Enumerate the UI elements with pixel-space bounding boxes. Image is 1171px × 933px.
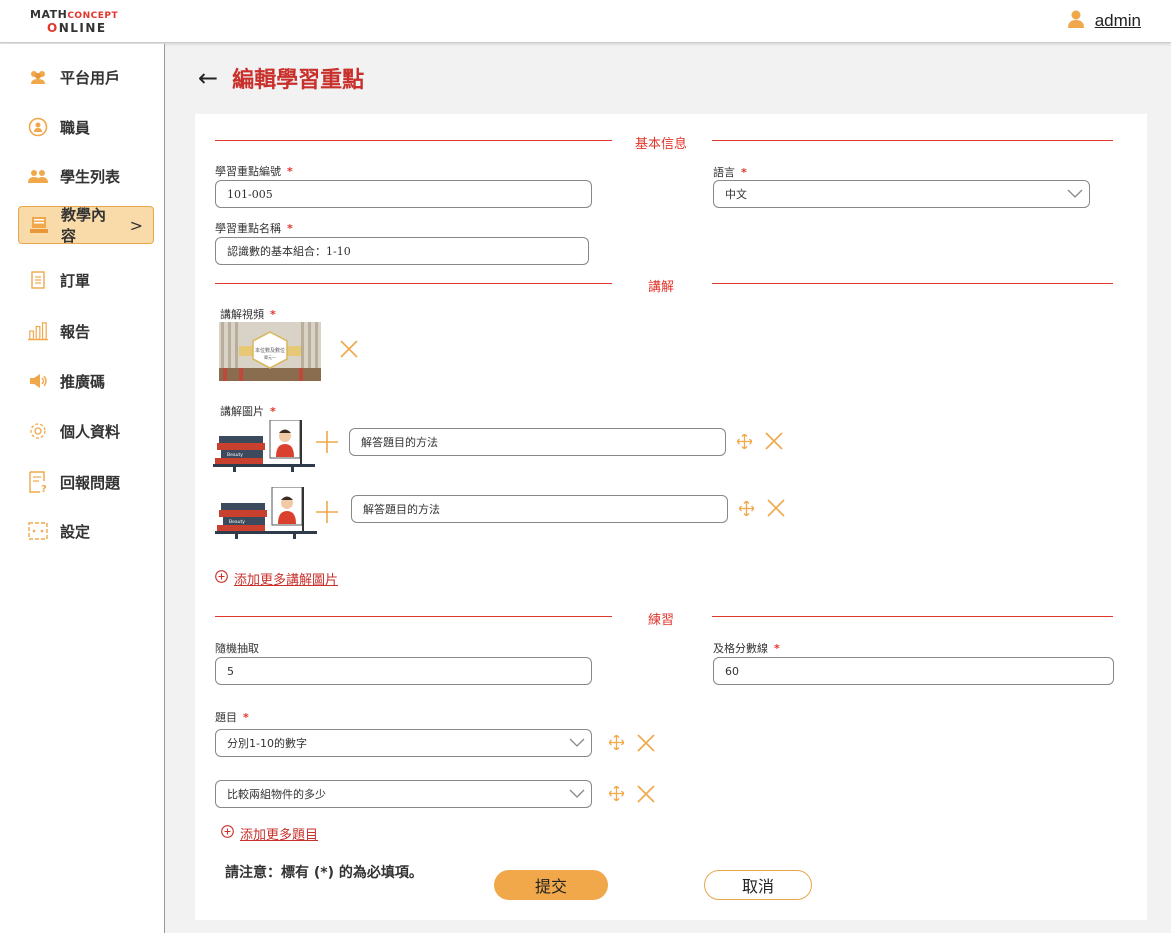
section-title-practice: 練習 [647,613,674,628]
drag-handle-icon[interactable] [736,433,753,453]
add-more-questions-link[interactable]: 添加更多題目 [221,824,318,843]
sidebar-item-reports[interactable]: 報告 [18,312,154,350]
submit-button[interactable]: 提交 [494,870,608,900]
settings-icon [28,521,48,541]
name-label: 學習重點名稱 * [215,222,293,235]
sidebar-item-platform-users[interactable]: 平台用戶 [18,58,154,96]
code-label: 學習重點編號 * [215,165,293,178]
section-divider [215,283,612,284]
code-input[interactable]: 101-005 [215,180,592,208]
section-divider [215,616,612,617]
add-image-icon[interactable] [316,431,338,457]
user-name-link[interactable]: admin [1095,11,1141,31]
section-divider [712,140,1113,141]
images-label: 講解圖片 * [220,405,276,418]
sidebar-item-label: 平台用戶 [60,68,121,87]
staff-icon [28,117,48,137]
page-header: ← 編輯學習重點 [198,62,364,94]
drag-handle-icon[interactable] [608,785,625,805]
cancel-button[interactable]: 取消 [704,870,812,900]
pass-score-label: 及格分數線 * [713,642,780,655]
book-icon [29,215,49,235]
sidebar-item-label: 回報問題 [60,473,121,492]
sidebar-item-label: 推廣碼 [60,372,106,391]
chevron-right-icon: > [129,215,143,235]
language-select[interactable]: 中文 [713,180,1090,208]
remove-image-icon[interactable] [765,432,783,454]
sidebar-item-label: 設定 [60,522,91,541]
add-more-images-link[interactable]: 添加更多講解圖片 [215,569,338,588]
remove-video-icon[interactable] [340,340,358,362]
drag-handle-icon[interactable] [608,734,625,754]
user-menu[interactable]: admin [1067,9,1141,33]
image-caption-input[interactable]: 解答題目的方法 [351,495,728,523]
section-divider [215,140,612,141]
page-title: 編輯學習重點 [232,68,365,93]
explain-image-thumbnail[interactable]: Beauty [215,486,317,539]
add-image-icon[interactable] [316,501,338,527]
question-select[interactable]: 比較兩組物件的多少 [215,780,592,808]
video-label: 講解視頻 * [220,308,276,321]
gear-icon [28,421,48,441]
user-icon [1067,9,1085,33]
sidebar-item-report-issue[interactable]: ? 回報問題 [18,463,154,501]
chevron-down-icon [569,789,585,802]
drag-handle-icon[interactable] [738,500,755,520]
plus-circle-icon [221,825,234,842]
explain-image-thumbnail[interactable]: Beauty [213,419,315,472]
svg-text:Beauty: Beauty [227,452,243,458]
sidebar-item-label: 個人資料 [60,422,121,441]
chevron-down-icon [569,738,585,751]
chevron-down-icon [1067,189,1083,202]
svg-text:單元一: 單元一 [264,355,276,360]
svg-text:?: ? [41,484,47,493]
section-divider [712,616,1113,617]
sidebar-item-settings[interactable]: 設定 [18,512,154,550]
back-arrow-icon[interactable]: ← [198,66,218,90]
top-bar: MATHCONCEPT ONLINE admin [0,0,1171,43]
sidebar-item-label: 職員 [60,118,91,137]
sidebar-item-profile[interactable]: 個人資料 [18,412,154,450]
sidebar: 平台用戶 職員 學生列表 教學內容 > 訂單 報告 推廣碼 個人資料 ? 回報問… [0,44,165,933]
sidebar-item-label: 教學內容 [61,206,107,245]
random-label: 隨機抽取 [215,642,259,655]
sidebar-item-label: 學生列表 [60,167,121,186]
svg-text:本位數及數位: 本位數及數位 [255,347,285,354]
question-select[interactable]: 分別1-10的數字 [215,729,592,757]
sidebar-item-students[interactable]: 學生列表 [18,157,154,195]
sidebar-item-label: 訂單 [60,271,91,290]
questions-label: 題目 * [215,711,249,724]
megaphone-icon [28,371,48,391]
remove-question-icon[interactable] [637,785,655,807]
sidebar-item-orders[interactable]: 訂單 [18,261,154,299]
receipt-icon [28,270,48,290]
video-thumbnail[interactable]: 本位數及數位 單元一 [219,322,321,381]
section-title-explain: 講解 [647,280,674,295]
bar-chart-icon [28,321,48,341]
remove-question-icon[interactable] [637,734,655,756]
name-input[interactable]: 認識數的基本組合：1-10 [215,237,589,265]
report-icon: ? [28,471,48,493]
logo[interactable]: MATHCONCEPT ONLINE [30,9,118,35]
section-divider [712,283,1113,284]
required-note: 請注意：標有 (*) 的為必填項。 [225,865,423,881]
sidebar-item-promo-codes[interactable]: 推廣碼 [18,362,154,400]
users-icon [28,67,48,87]
image-caption-input[interactable]: 解答題目的方法 [349,428,726,456]
remove-image-icon[interactable] [767,499,785,521]
svg-text:Beauty: Beauty [229,519,245,525]
language-label: 語言 * [713,166,747,179]
random-count-input[interactable]: 5 [215,657,592,685]
pass-score-input[interactable]: 60 [713,657,1114,685]
sidebar-item-label: 報告 [60,322,91,341]
section-title-basic: 基本信息 [634,137,687,152]
students-icon [28,166,48,186]
plus-circle-icon [215,570,228,587]
sidebar-item-staff[interactable]: 職員 [18,108,154,146]
sidebar-item-teaching-content[interactable]: 教學內容 > [18,206,154,245]
